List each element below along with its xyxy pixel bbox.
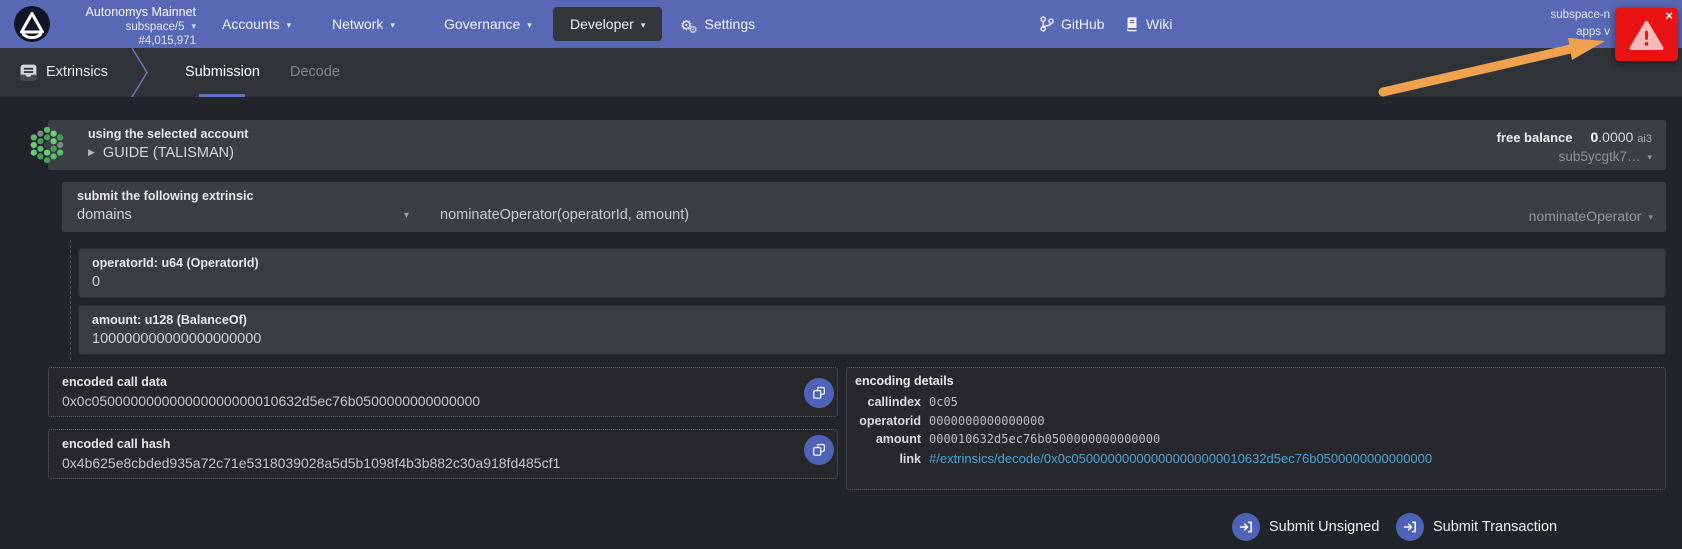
account-address-dropdown[interactable]: sub5ycgtk7… ▾ (1559, 149, 1652, 164)
github-link[interactable]: GitHub (1040, 0, 1105, 48)
best-block-number: #4,015,971 (138, 35, 196, 47)
param-amount: amount: u128 (BalanceOf) 100000000000000… (78, 305, 1666, 355)
encoding-details-panel: encoding details callindex 0c05 operator… (846, 367, 1666, 490)
copy-call-hash-button[interactable] (804, 435, 834, 465)
encoding-row-value: 0c05 (929, 395, 958, 409)
extrinsics-page: Autonomys Mainnet subspace/5 ▾ #4,015,971… (0, 0, 1682, 549)
gears-icon: ⚙⚙ (680, 17, 698, 36)
decode-link[interactable]: #/extrinsics/decode/0x0c0500000000000000… (929, 451, 1432, 466)
copy-icon (813, 386, 825, 399)
account-section-label: using the selected account (88, 127, 249, 141)
tab-decode[interactable]: Decode (290, 48, 340, 97)
section-title: Extrinsics (46, 64, 109, 80)
menu-developer-active[interactable]: Developer ▾ (553, 7, 663, 41)
balance-fraction: .0000 (1598, 129, 1634, 145)
chevron-down-icon: ▾ (640, 20, 646, 30)
close-icon[interactable]: × (1665, 9, 1673, 22)
error-alert-badge: × (1615, 8, 1678, 61)
menu-accounts[interactable]: Accounts ▾ (222, 0, 291, 48)
account-name: GUIDE (TALISMAN) (102, 145, 234, 161)
submit-transaction-label: Submit Transaction (1433, 519, 1558, 535)
node-version-info: subspace-n apps v (1420, 7, 1610, 41)
account-identicon (30, 126, 64, 164)
copy-icon (813, 443, 825, 456)
param-amount-input[interactable]: 100000000000000000000 (92, 331, 261, 347)
balance-unit: ai3 (1637, 133, 1652, 145)
params-guide-line (70, 240, 71, 360)
extrinsics-icon (20, 64, 37, 81)
method-signature: nominateOperator(operatorId, amount) (440, 207, 690, 223)
pallet-select[interactable]: domains (77, 207, 132, 223)
chain-info: Autonomys Mainnet subspace/5 ▾ #4,015,971 (50, 5, 196, 48)
encoded-call-data-label: encoded call data (62, 375, 167, 389)
sign-in-icon (1396, 513, 1424, 541)
encoded-call-data-value: 0x0c050000000000000000000010632d5ec76b05… (62, 393, 481, 409)
git-branch-icon (1040, 16, 1054, 32)
param-operatorid-input[interactable]: 0 (92, 274, 100, 290)
encoding-row-label: operatorid (859, 413, 921, 428)
submit-unsigned-label: Submit Unsigned (1269, 519, 1380, 535)
menu-governance[interactable]: Governance ▾ (444, 0, 532, 48)
triangle-right-icon: ▶ (88, 147, 95, 157)
encoding-row-value: 0000000000000000 (929, 413, 1045, 428)
encoded-call-data-row: encoded call data 0x0c050000000000000000… (48, 367, 838, 417)
wiki-link[interactable]: Wiki (1125, 0, 1172, 48)
top-nav: Autonomys Mainnet subspace/5 ▾ #4,015,971… (0, 0, 1682, 48)
chevron-down-icon: ▾ (1648, 212, 1653, 222)
encoding-row-value: 000010632d5ec76b0500000000000000 (929, 432, 1161, 446)
encoded-call-hash-row: encoded call hash 0x4b625e8cbded935a72c7… (48, 429, 838, 479)
submit-unsigned-button[interactable]: Submit Unsigned (1232, 513, 1379, 541)
encoded-call-hash-label: encoded call hash (62, 437, 171, 451)
encoding-row-label: amount (875, 432, 921, 446)
submit-transaction-button[interactable]: Submit Transaction (1396, 513, 1557, 541)
method-select[interactable]: nominateOperator ▾ (1529, 208, 1653, 224)
account-address: sub5ycgtk7… (1558, 149, 1641, 164)
param-label: operatorId: u64 (OperatorId) (92, 256, 259, 270)
chain-name: Autonomys Mainnet (85, 5, 196, 19)
encoding-row-label: link (899, 451, 921, 466)
encoding-details-title: encoding details (855, 374, 954, 388)
copy-call-data-button[interactable] (804, 378, 834, 408)
chevron-down-icon: ▾ (404, 210, 410, 221)
warning-triangle-icon (1629, 20, 1664, 51)
chevron-down-icon: ▾ (191, 21, 196, 31)
extrinsic-panel: submit the following extrinsic domains ▾… (62, 182, 1666, 232)
param-operatorid: operatorId: u64 (OperatorId) 0 (78, 248, 1666, 298)
breadcrumb-chevron-icon (131, 48, 148, 97)
tab-submission[interactable]: Submission (185, 48, 260, 97)
chevron-down-icon: ▾ (1647, 152, 1652, 162)
book-icon (1126, 17, 1137, 32)
menu-network[interactable]: Network ▾ (332, 0, 395, 48)
free-balance-label: free balance (1496, 130, 1573, 145)
chevron-down-icon: ▾ (527, 20, 532, 30)
chevron-down-icon: ▾ (390, 20, 395, 30)
menu-settings[interactable]: ⚙⚙ Settings (680, 0, 755, 48)
apps-version: apps v (1576, 26, 1610, 38)
free-balance: free balance 0.0000 ai3 (1497, 129, 1652, 145)
account-panel: using the selected account ▶ GUIDE (TALIS… (48, 120, 1666, 170)
node-name: subspace-n (1550, 9, 1610, 21)
extrinsic-section-label: submit the following extrinsic (77, 189, 254, 203)
sign-in-icon (1232, 513, 1260, 541)
encoding-details-grid: callindex 0c05 operatorid 00000000000000… (855, 395, 1432, 466)
tab-bar: Extrinsics Submission Decode (0, 48, 1682, 97)
runtime-selector[interactable]: subspace/5 ▾ (50, 19, 196, 34)
param-label: amount: u128 (BalanceOf) (92, 313, 247, 327)
encoding-row-label: callindex (867, 395, 922, 409)
account-select[interactable]: ▶ GUIDE (TALISMAN) (88, 145, 234, 161)
chevron-down-icon: ▾ (286, 20, 292, 30)
encoded-call-hash-value: 0x4b625e8cbded935a72c71e5318039028a5d5b1… (62, 455, 561, 471)
autonomys-logo-icon[interactable] (14, 6, 50, 42)
